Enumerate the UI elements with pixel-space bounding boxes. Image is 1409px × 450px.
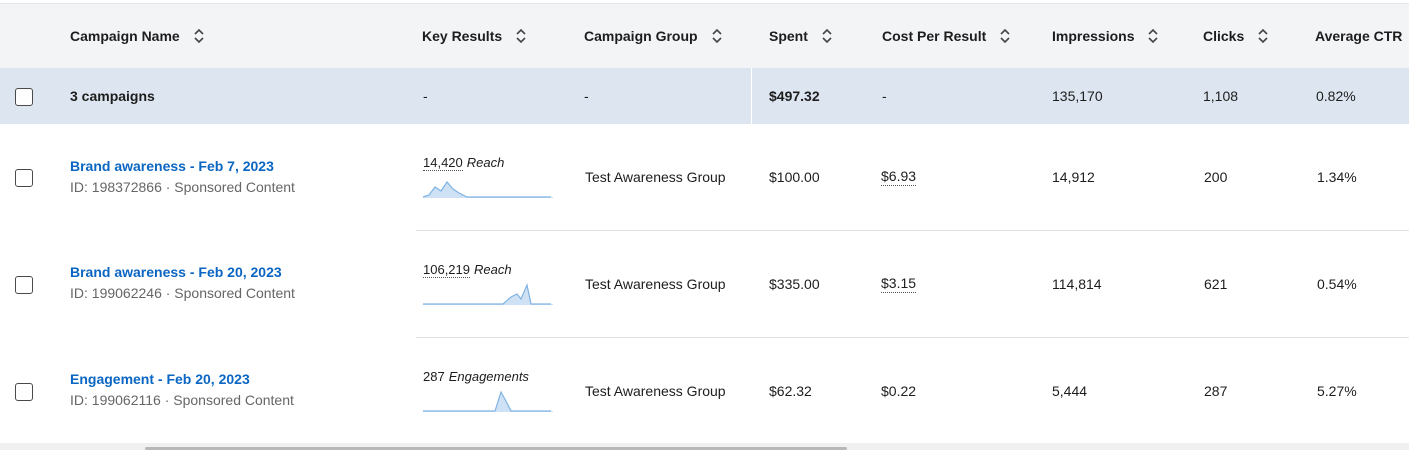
campaign-name-cell: Brand awareness - Feb 7, 2023 ID: 198372… [70,158,295,195]
header-average-ctr[interactable]: Average CTR [1315,4,1402,68]
clicks-cell: 200 [1204,169,1228,185]
key-result-value[interactable]: 106,219 [423,262,470,278]
impressions-cell: 14,912 [1052,169,1095,185]
key-result-unit: Reach [474,262,512,277]
impressions-cell: 5,444 [1052,383,1088,399]
campaign-group-cell: Test Awareness Group [585,276,726,292]
row-divider [416,337,1409,338]
key-result-value: 287 [423,369,445,384]
summary-impressions: 135,170 [1052,88,1103,104]
average-ctr-cell: 5.27% [1317,383,1357,399]
row-checkbox[interactable] [15,383,33,401]
sort-icon[interactable] [998,27,1012,45]
summary-cost-per-result: - [882,88,887,104]
sparkline [422,181,553,198]
summary-clicks: 1,108 [1203,88,1239,104]
sort-icon[interactable] [710,27,724,45]
sort-icon[interactable] [1256,27,1270,45]
average-ctr-cell: 0.54% [1317,276,1357,292]
campaign-name-cell: Brand awareness - Feb 20, 2023 ID: 19906… [70,264,295,301]
header-clicks[interactable]: Clicks [1203,4,1270,68]
row-checkbox[interactable] [15,169,33,187]
summary-divider [751,68,752,124]
header-campaign-group[interactable]: Campaign Group [584,4,724,68]
key-results-cell: 106,219 Reach [423,262,553,311]
header-impressions[interactable]: Impressions [1052,4,1160,68]
campaign-meta: ID: 199062246 · Sponsored Content [70,285,295,301]
sort-icon[interactable] [192,27,206,45]
row-divider [416,230,1409,231]
header-key-results[interactable]: Key Results [422,4,528,68]
sort-icon[interactable] [820,27,834,45]
clicks-cell: 621 [1204,276,1228,292]
campaign-group-cell: Test Awareness Group [585,169,726,185]
header-label[interactable]: Average CTR [1315,28,1402,44]
key-result-unit: Engagements [448,369,529,384]
spent-cell: $335.00 [769,276,820,292]
cost-per-result-value[interactable]: $3.15 [881,275,917,293]
summary-label: 3 campaigns [70,88,155,104]
summary-spent: $497.32 [769,88,820,104]
header-label[interactable]: Clicks [1203,28,1244,44]
table-header: Campaign Name Key Results Campaign Group… [0,4,1409,68]
header-label[interactable]: Key Results [422,28,502,44]
header-label[interactable]: Campaign Group [584,28,698,44]
campaign-group-cell: Test Awareness Group [585,383,726,399]
key-results-cell: 14,420 Reach [422,155,553,204]
campaign-name-link[interactable]: Brand awareness - Feb 20, 2023 [70,264,295,280]
key-results-cell: 287 Engagements [423,369,553,418]
summary-row [0,68,1409,124]
campaign-name-cell: Engagement - Feb 20, 2023 ID: 199062116 … [70,371,294,408]
clicks-cell: 287 [1204,383,1228,399]
spent-cell: $100.00 [769,169,820,185]
row-checkbox[interactable] [15,276,33,294]
cost-per-result-cell: $3.15 [881,273,917,295]
header-label[interactable]: Impressions [1052,28,1134,44]
cost-per-result-cell: $6.93 [881,166,917,188]
summary-campaign-group: - [584,88,589,104]
campaign-meta: ID: 199062116 · Sponsored Content [70,392,294,408]
summary-average-ctr: 0.82% [1316,88,1356,104]
header-cost-per-result[interactable]: Cost Per Result [882,4,1012,68]
campaign-name-link[interactable]: Brand awareness - Feb 7, 2023 [70,158,295,174]
sort-icon[interactable] [514,27,528,45]
key-result-value[interactable]: 14,420 [423,155,463,171]
header-label[interactable]: Cost Per Result [882,28,986,44]
campaign-name-link[interactable]: Engagement - Feb 20, 2023 [70,371,294,387]
impressions-cell: 114,814 [1052,276,1102,292]
cost-per-result-value[interactable]: $6.93 [881,168,917,186]
sparkline [423,390,553,412]
key-result-unit: Reach [466,155,505,170]
select-all-checkbox[interactable] [15,88,33,106]
cost-per-result-cell: $0.22 [881,383,917,399]
header-label[interactable]: Campaign Name [70,28,180,44]
spent-cell: $62.32 [769,383,812,399]
header-spent[interactable]: Spent [769,4,834,68]
sparkline [423,283,553,305]
average-ctr-cell: 1.34% [1317,169,1357,185]
header-campaign-name[interactable]: Campaign Name [70,4,206,68]
campaign-meta: ID: 198372866 · Sponsored Content [70,179,295,195]
sort-icon[interactable] [1146,27,1160,45]
header-label[interactable]: Spent [769,28,808,44]
summary-key-results: - [423,88,428,104]
